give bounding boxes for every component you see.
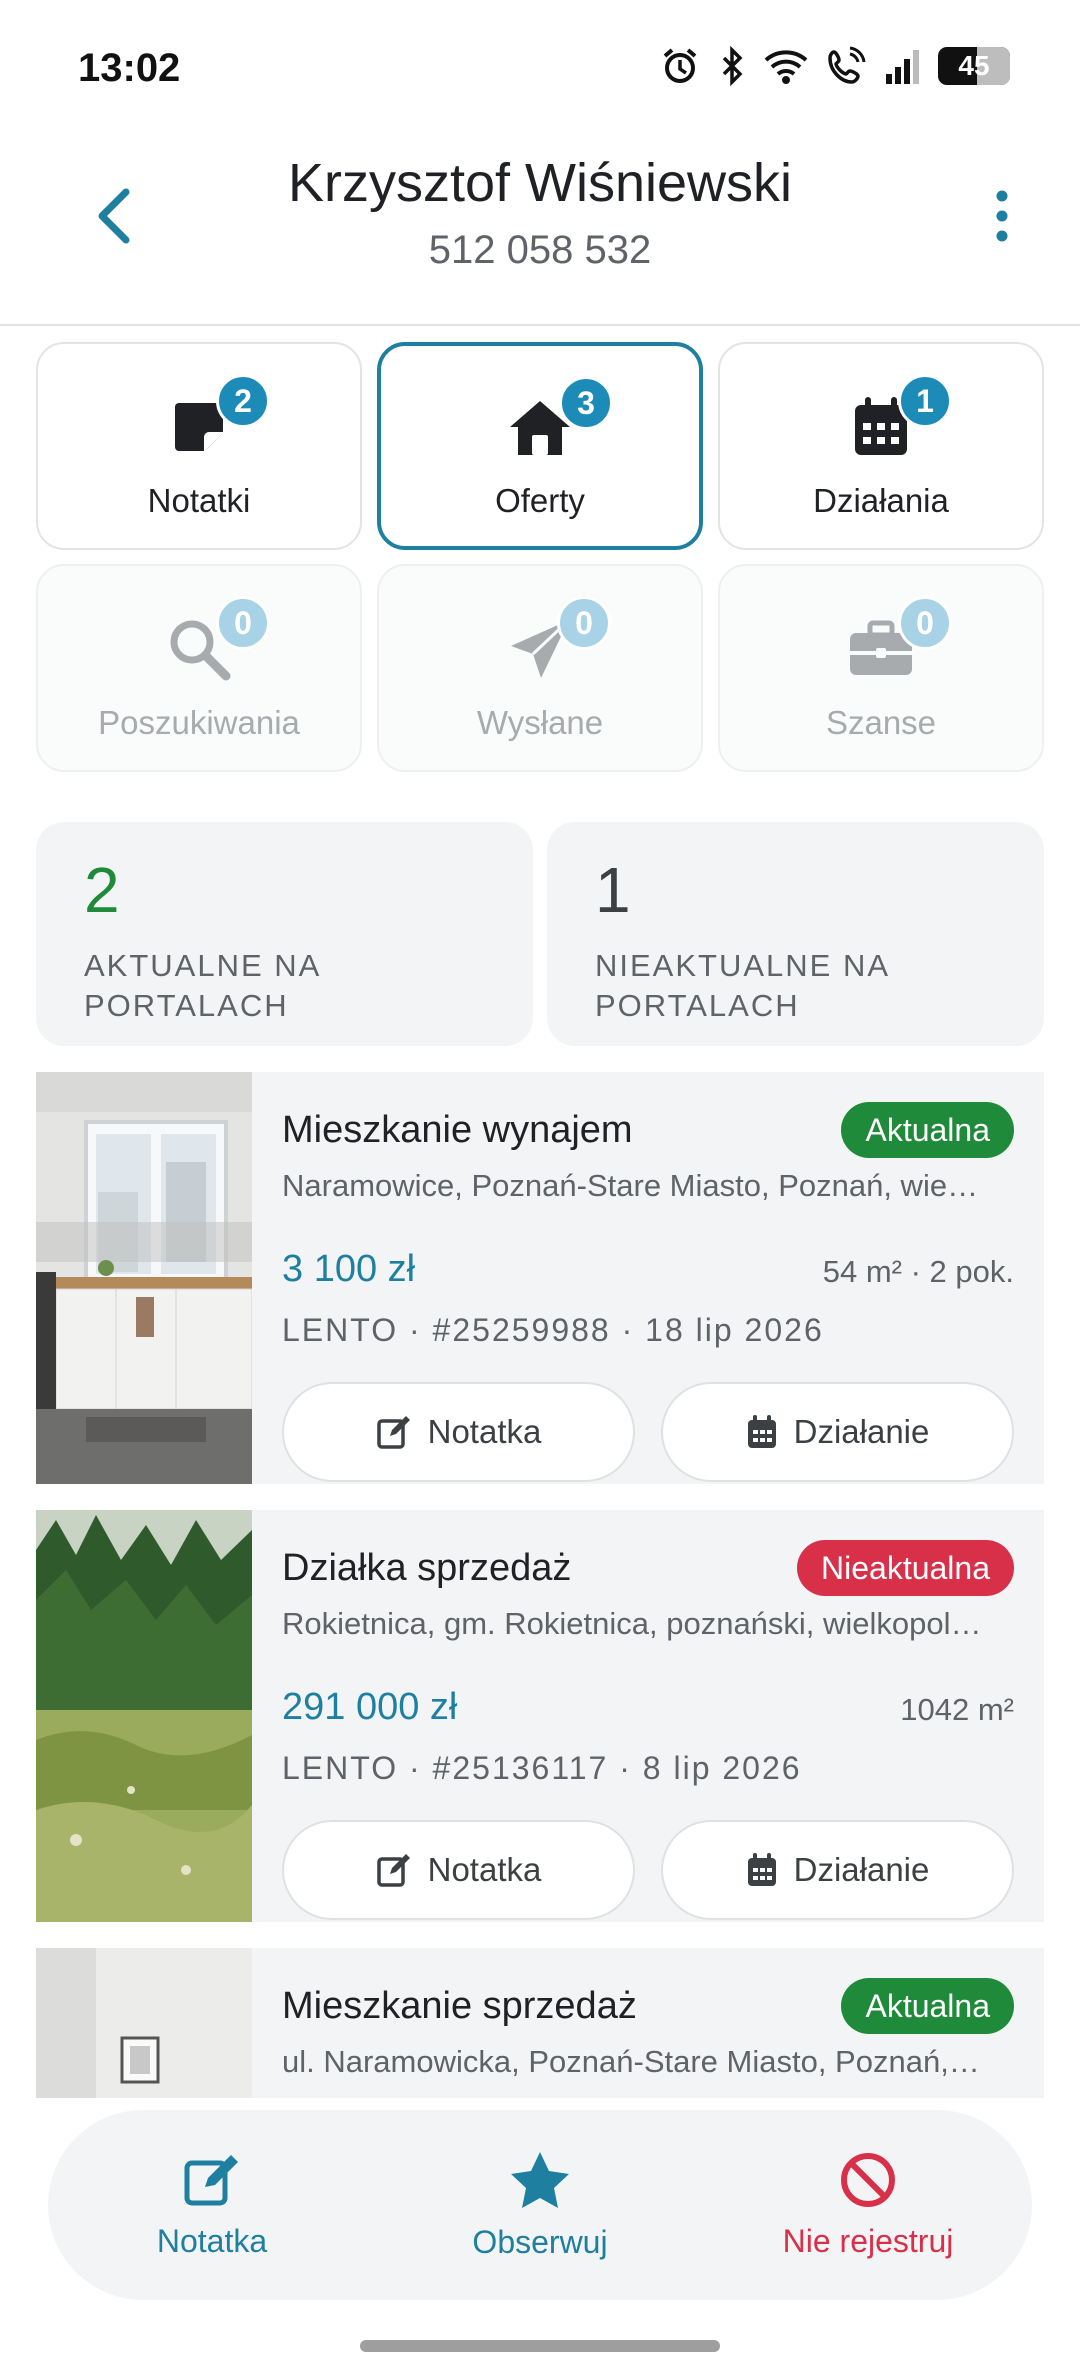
tile-offers-label: Oferty	[495, 482, 585, 519]
listing-body: Działka sprzedaż Nieaktualna Rokietnica,…	[282, 1538, 1014, 1920]
add-note-button[interactable]: Notatka	[282, 1382, 635, 1482]
add-note-label: Notatka	[427, 1413, 542, 1450]
tile-offers-badge: 3	[559, 376, 613, 430]
tile-actions[interactable]: 1 Działania	[718, 342, 1044, 550]
stat-inactive-label: NIEAKTUALNE NA PORTALACH	[595, 948, 889, 1023]
no-register-button-label: Nie rejestruj	[782, 2222, 954, 2259]
listing-reference: LENTO · #25259988 · 18 lip 2026	[282, 1312, 824, 1348]
listing-address: ul. Naramowicka, Poznań-Stare Miasto, Po…	[282, 2044, 980, 2079]
contact-header: Krzysztof Wiśniewski 512 058 532	[0, 130, 1080, 326]
stat-active-label: AKTUALNE NA PORTALACH	[84, 948, 320, 1023]
offers-list[interactable]: Mieszkanie wynajem Aktualna Naramowice, …	[36, 1072, 1044, 2098]
listing-meta: 54 m² · 2 pok.	[822, 1254, 1014, 1289]
status-badge: Aktualna	[841, 1978, 1014, 2034]
edit-icon	[376, 1416, 410, 1449]
tile-opportunities[interactable]: 0 Szanse	[718, 564, 1044, 772]
stat-active[interactable]: 2 AKTUALNE NA PORTALACH	[36, 822, 533, 1046]
listing-reference: LENTO · #25136117 · 8 lip 2026	[282, 1750, 802, 1786]
listing-actions: Notatka Działanie	[282, 1382, 1014, 1482]
listing-photo-interior	[36, 1948, 252, 2098]
add-action-label: Działanie	[793, 1413, 930, 1450]
add-action-button[interactable]: Działanie	[661, 1820, 1014, 1920]
add-action-label: Działanie	[793, 1851, 930, 1888]
more-options-button[interactable]	[972, 176, 1032, 256]
list-item[interactable]: Działka sprzedaż Nieaktualna Rokietnica,…	[36, 1510, 1044, 1922]
listing-price: 3 100 zł	[282, 1248, 416, 1290]
wifi-calling-icon	[828, 46, 866, 84]
listing-actions: Notatka Działanie	[282, 1820, 1014, 1920]
listing-address: Rokietnica, gm. Rokietnica, poznański, w…	[282, 1606, 982, 1641]
stat-inactive[interactable]: 1 NIEAKTUALNE NA PORTALACH	[547, 822, 1044, 1046]
home-indicator[interactable]	[360, 2340, 720, 2352]
listing-address: Naramowice, Poznań-Stare Miasto, Poznań,…	[282, 1168, 979, 1203]
note-button-label: Notatka	[156, 2222, 268, 2259]
observe-button[interactable]: Obserwuj	[400, 2150, 680, 2261]
tile-sent-badge: 0	[557, 596, 611, 650]
observe-button-label: Obserwuj	[472, 2223, 608, 2260]
list-item[interactable]: Mieszkanie wynajem Aktualna Naramowice, …	[36, 1072, 1044, 1484]
status-time: 13:02	[78, 46, 181, 90]
tile-searches[interactable]: 0 Poszukiwania	[36, 564, 362, 772]
calendar-icon	[747, 1415, 776, 1448]
signal-icon	[886, 50, 919, 84]
add-note-button[interactable]: Notatka	[282, 1820, 635, 1920]
tile-searches-badge: 0	[216, 596, 270, 650]
status-bar: 13:02 45	[0, 0, 1080, 130]
tile-opportunities-badge: 0	[898, 596, 952, 650]
listing-meta: 1042 m²	[900, 1692, 1014, 1727]
alarm-icon	[663, 48, 697, 83]
add-action-button[interactable]: Działanie	[661, 1382, 1014, 1482]
battery-level: 45	[958, 50, 990, 81]
tile-searches-label: Poszukiwania	[98, 704, 300, 741]
tile-sent-label: Wysłane	[476, 704, 604, 741]
tile-notes-label: Notatki	[147, 482, 251, 519]
tile-actions-label: Działania	[813, 482, 949, 519]
calendar-icon	[747, 1853, 776, 1886]
stat-inactive-value: 1	[595, 854, 631, 926]
listing-photo-kitchen	[36, 1072, 252, 1484]
edit-icon	[184, 2154, 238, 2205]
listing-body: Mieszkanie wynajem Aktualna Naramowice, …	[282, 1100, 1014, 1482]
contact-name: Krzysztof Wiśniewski	[287, 153, 793, 213]
category-tiles: 2 Notatki 3 Oferty 1 Działania 0 Poszuki…	[36, 342, 1044, 772]
block-icon	[841, 2152, 895, 2207]
stat-active-value: 2	[84, 854, 120, 926]
tile-sent[interactable]: 0 Wysłane	[377, 564, 703, 772]
tile-actions-badge: 1	[898, 374, 952, 428]
status-icons: 45	[660, 46, 1010, 86]
tile-opportunities-label: Szanse	[825, 704, 937, 741]
star-icon	[511, 2151, 569, 2208]
tile-notes-badge: 2	[216, 374, 270, 428]
status-badge: Nieaktualna	[797, 1540, 1014, 1596]
bluetooth-icon	[722, 46, 743, 86]
more-vertical-icon	[996, 190, 1008, 242]
listing-photo-plot	[36, 1510, 252, 1922]
tile-notes[interactable]: 2 Notatki	[36, 342, 362, 550]
status-badge: Aktualna	[841, 1102, 1014, 1158]
add-note-label: Notatka	[427, 1851, 542, 1888]
battery-icon: 45	[938, 47, 1010, 85]
contact-phone[interactable]: 512 058 532	[0, 228, 1080, 273]
no-register-button[interactable]: Nie rejestruj	[728, 2151, 1008, 2260]
listing-body: Mieszkanie sprzedaż Aktualna ul. Naramow…	[282, 1976, 1014, 2080]
listing-price: 291 000 zł	[282, 1686, 458, 1728]
list-item[interactable]: Mieszkanie sprzedaż Aktualna ul. Naramow…	[36, 1948, 1044, 2098]
tile-offers[interactable]: 3 Oferty	[377, 342, 703, 550]
portal-stats: 2 AKTUALNE NA PORTALACH 1 NIEAKTUALNE NA…	[36, 822, 1044, 1046]
note-button[interactable]: Notatka	[72, 2151, 352, 2260]
wifi-icon	[764, 50, 808, 84]
edit-icon	[376, 1854, 410, 1887]
bottom-action-bar: Notatka Obserwuj Nie rejestruj	[48, 2110, 1032, 2300]
